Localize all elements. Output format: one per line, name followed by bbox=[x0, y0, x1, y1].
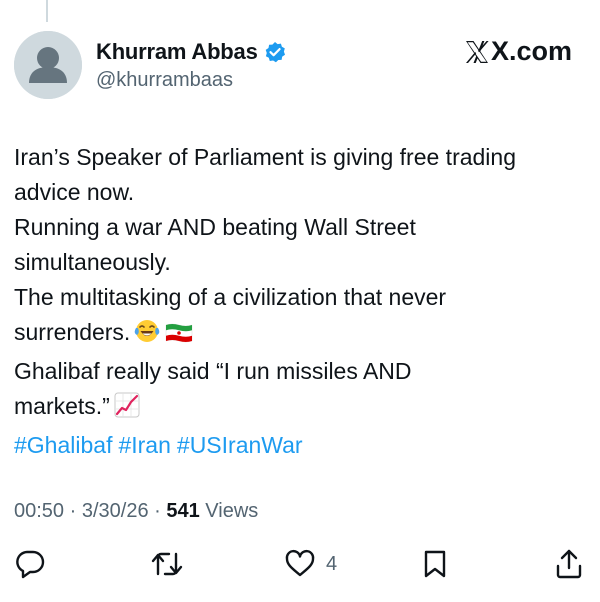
tweet-line: Ghalibaf really said “I run missiles AND bbox=[14, 358, 412, 384]
hashtag-row: #Ghalibaf #Iran #USIranWar bbox=[14, 428, 594, 463]
meta-separator: · bbox=[154, 500, 167, 522]
author-display-name[interactable]: Khurram Abbas bbox=[96, 39, 258, 65]
tweet-line-with-emoji: markets.” bbox=[14, 389, 594, 428]
verified-badge-icon[interactable] bbox=[264, 41, 286, 63]
reply-icon bbox=[14, 548, 46, 580]
brand-label: X.com bbox=[490, 36, 572, 66]
avatar[interactable] bbox=[14, 31, 82, 99]
views-count: 541 bbox=[166, 500, 200, 522]
tweet-line: Running a war AND beating Wall Street bbox=[14, 214, 416, 240]
tweet-meta: 00:50 · 3/30/26 · 541 Views bbox=[14, 500, 258, 523]
share-button[interactable] bbox=[553, 548, 585, 580]
author-name-row: Khurram Abbas bbox=[96, 38, 286, 66]
bookmark-button[interactable] bbox=[420, 548, 450, 580]
bookmark-icon bbox=[420, 548, 450, 580]
author-block: Khurram Abbas @khurrambaas bbox=[96, 38, 286, 92]
tweet-line: The multitasking of a civilization that … bbox=[14, 284, 447, 310]
x-logo-icon bbox=[464, 39, 490, 65]
chart-increasing-emoji-icon bbox=[114, 392, 140, 428]
tweet-time[interactable]: 00:50 bbox=[14, 500, 64, 522]
meta-separator: · bbox=[69, 500, 82, 522]
like-count: 4 bbox=[326, 552, 338, 575]
tweet-line: advice now. bbox=[14, 179, 135, 205]
tweet-date[interactable]: 3/30/26 bbox=[82, 500, 149, 522]
default-avatar-icon bbox=[14, 31, 82, 99]
action-bar: 4 bbox=[0, 548, 600, 584]
tweet-line: simultaneously. bbox=[14, 249, 171, 275]
tweet-text: Iran’s Speaker of Parliament is giving f… bbox=[14, 140, 594, 463]
retweet-button[interactable] bbox=[150, 548, 194, 580]
hashtag-link[interactable]: #Iran bbox=[118, 432, 170, 458]
tears-of-joy-emoji-icon bbox=[134, 318, 160, 354]
views-label: Views bbox=[205, 500, 259, 522]
heart-icon bbox=[284, 548, 316, 580]
tweet-line: markets.” bbox=[14, 393, 110, 419]
tweet-line: surrenders. bbox=[14, 319, 131, 345]
author-handle[interactable]: @khurrambaas bbox=[96, 69, 286, 92]
hashtag-link[interactable]: #Ghalibaf bbox=[14, 432, 112, 458]
hashtag-link[interactable]: #USIranWar bbox=[177, 432, 303, 458]
iran-flag-emoji-icon bbox=[164, 319, 194, 354]
thread-connector-line bbox=[46, 0, 48, 22]
tweet-line-with-emoji: surrenders. bbox=[14, 315, 594, 354]
like-button[interactable]: 4 bbox=[284, 548, 337, 580]
retweet-icon bbox=[150, 548, 184, 580]
share-icon bbox=[553, 548, 585, 580]
tweet-line: Iran’s Speaker of Parliament is giving f… bbox=[14, 144, 517, 170]
brand-watermark: X.com bbox=[464, 36, 572, 67]
reply-button[interactable] bbox=[14, 548, 46, 580]
